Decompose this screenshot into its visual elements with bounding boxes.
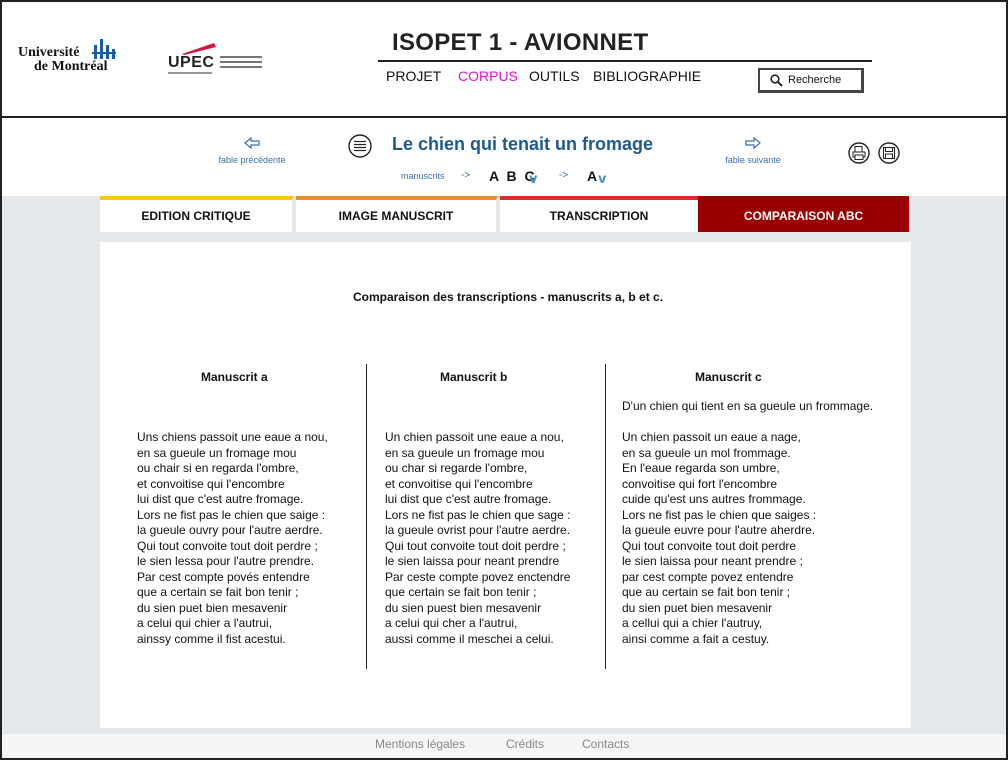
verse-line: ainssy comme il fist acestui. [137,631,286,646]
manuscripts-arrow: -> [461,170,471,181]
manuscript-selector: manuscrits -> A B C v -> A v [401,168,621,188]
upec-logo[interactable]: UPEC [168,40,268,78]
verse-line: le sien lessa pour l'autre prendre. [137,554,315,568]
verse-line: en sa gueule un fromage mou [137,445,297,460]
selected-arrow: -> [559,170,569,181]
verse-line: en sa gueule un fromage mou [385,445,545,460]
verse-line: en sa gueule un mol frommage. [622,445,791,460]
prev-fable-link[interactable]: fable précédente [214,136,290,165]
prev-fable-label: fable précédente [218,155,286,165]
upec-tagline [220,56,262,71]
title-rule [378,60,872,62]
verse-line: que au certain se fait bon tenir ; [622,585,791,599]
verse-line: du sien puet bien mesavenir [622,600,773,615]
nav-bibliographie[interactable]: BIBLIOGRAPHIE [593,68,701,84]
verse-line: ou char si regarde l'ombre, [385,461,528,475]
verse-line: le sien laissa pour neant prendre ; [622,554,803,568]
site-header: Université de Montréal UPEC ISOPET 1 - A… [2,2,1006,118]
manuscript-c-subtitle: D'un chien qui tient en sa gueule un fro… [622,399,874,413]
verse-line: Par ceste compte povez enctendre [385,569,571,584]
verse-line: et convoitise qui l'encombre [137,476,285,491]
verse-line: a cellui qui a chier l'autruy, [622,616,763,630]
verse-line: Qui tout convoite tout doit perdre ; [385,538,566,553]
verse-line: que a certain se fait bon tenir ; [137,585,299,599]
verse-line: Uns chiens passoit une eaue a nou, [137,430,328,444]
udem-crest-icon [92,39,116,59]
manuscripts-label: manuscrits [401,171,445,181]
arrow-right-icon [745,136,761,150]
selected-manuscript: A [587,168,598,184]
comparison-panel: Comparaison des transcriptions - manuscr… [100,242,911,728]
tab-transcription[interactable]: TRANSCRIPTION [500,196,698,232]
footer-mentions-legales[interactable]: Mentions légales [375,737,465,751]
manuscript-a-text: Uns chiens passoit une eaue a nou, en sa … [137,430,328,647]
verse-line: Un chien passoit un eaue a nage, [622,430,801,444]
verse-line: Un chien passoit une eaue a nou, [385,430,564,444]
next-fable-link[interactable]: fable suivante [720,136,786,165]
site-footer: Mentions légales Crédits Contacts [2,734,1006,758]
verse-line: Lors ne fist pas le chien que saige : [137,507,326,522]
verse-line: par cest compte povez entendre [622,569,794,584]
nav-outils[interactable]: OUTILS [529,68,580,84]
verse-line: convoitise qui fort l'encombre [622,476,778,491]
arrow-left-icon [244,136,260,150]
next-fable-label: fable suivante [725,155,781,165]
tab-edition-critique[interactable]: EDITION CRITIQUE [100,196,294,232]
manuscript-a-heading: Manuscrit a [201,370,268,384]
upec-subline [168,72,212,74]
print-icon[interactable] [848,142,870,164]
verse-line: Lors ne fist pas le chien que sage : [385,507,571,522]
verse-line: du sien puest bien mesavenir [385,600,542,615]
manuscript-b-text: Un chien passoit une eaue a nou, en sa gu… [385,430,570,647]
verse-line: lui dist que c'est autre fromage. [385,492,552,506]
footer-credits[interactable]: Crédits [506,737,544,751]
search-button[interactable]: Recherche [758,68,864,93]
verse-line: du sien puet bien mesavenir [137,600,288,615]
verse-line: le sien laissa pour neant prendre [385,554,560,568]
verse-line: ainsi comme a fait a cestuy. [622,631,770,646]
verse-line: Lors ne fist pas le chien que saiges : [622,507,817,522]
nav-corpus[interactable]: CORPUS [458,68,518,84]
search-icon [770,73,783,87]
verse-line: Qui tout convoite tout doit perdre [622,538,797,553]
universite-de-montreal-logo[interactable]: Université de Montréal [18,39,118,79]
selected-dropdown-chevron-icon[interactable]: v [598,172,606,187]
comparison-title: Comparaison des transcriptions - manuscr… [352,290,664,304]
verse-line: la gueule ouvry pour l'autre aerdre. [137,523,323,537]
manuscript-c-heading: Manuscrit c [695,370,762,384]
fable-bar: fable précédente Le chien qui tenait un … [2,118,1006,196]
verse-line: a celui qui cher a l'autrui, [385,616,518,630]
verse-line: Par cest compte povés entendre [137,569,310,584]
logo-udem-line2: de Montréal [34,59,108,74]
manuscript-b-heading: Manuscrit b [440,370,508,384]
column-divider [605,364,606,669]
tab-comparaison-abc[interactable]: COMPARAISON ABC [698,196,909,232]
manuscripts-dropdown-chevron-icon[interactable]: v [529,172,537,187]
column-divider [366,364,367,669]
footer-contacts[interactable]: Contacts [582,737,629,751]
verse-line: En l'eaue regarda son umbre, [622,461,780,475]
manuscript-c-text: Un chien passoit un eaue a nage, en sa gu… [622,430,816,647]
verse-line: la gueule ovrist pour l'autre aerdre. [385,523,571,537]
verse-line: a celui qui chier a l'autrui, [137,616,273,630]
list-menu-icon[interactable] [348,134,372,158]
verse-line: ou chair si en regarda l'ombre, [137,461,299,475]
verse-line: lui dist que c'est autre fromage. [137,492,304,506]
upec-logo-text: UPEC [168,54,215,71]
tab-image-manuscrit[interactable]: IMAGE MANUSCRIT [296,196,498,232]
verse-line: la gueule euvre pour l'autre aherdre. [622,523,816,537]
verse-line: aussi comme il meschei a celui. [385,631,554,646]
site-title: ISOPET 1 - AVIONNET [392,29,649,56]
save-icon[interactable] [878,142,900,164]
fable-title: Le chien qui tenait un fromage [392,134,654,154]
nav-projet[interactable]: PROJET [386,68,441,84]
verse-line: Qui tout convoite tout doit perdre ; [137,538,318,553]
verse-line: et convoitise qui l'encombre [385,476,533,491]
view-tabs: EDITION CRITIQUE IMAGE MANUSCRIT TRANSCR… [100,196,909,232]
verse-line: que certain se fait bon tenir ; [385,585,537,599]
verse-line: cuide qu'est uns autres frommage. [622,492,806,506]
search-label: Recherche [788,74,842,86]
